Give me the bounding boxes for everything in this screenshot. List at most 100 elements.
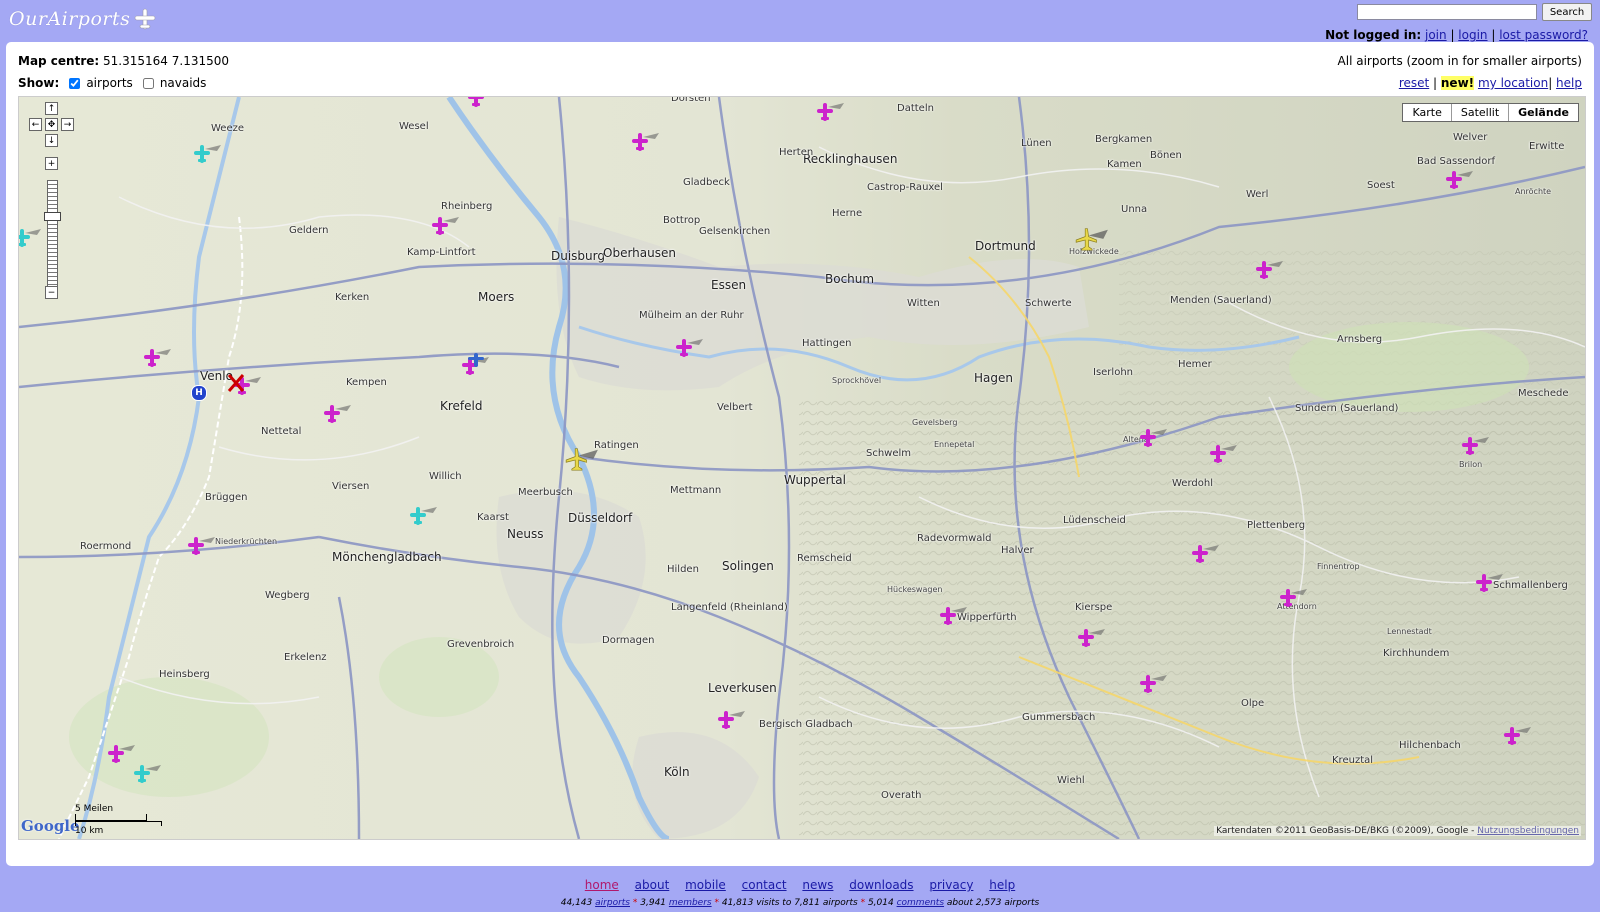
airport-marker[interactable] — [1255, 259, 1285, 281]
airport-marker[interactable] — [187, 535, 217, 557]
pan-down-icon[interactable]: ↓ — [45, 134, 58, 147]
footer-link-home[interactable]: home — [585, 878, 619, 892]
map-help-link[interactable]: help — [1556, 76, 1582, 90]
pan-center-icon[interactable]: ✥ — [45, 118, 58, 131]
heliport-marker[interactable] — [133, 763, 163, 785]
place-label: Lennestadt — [1387, 627, 1432, 636]
google-logo[interactable]: Google — [21, 817, 80, 835]
site-logo[interactable]: OurAirports — [9, 6, 157, 32]
place-label: Halver — [1001, 545, 1034, 556]
footer-link-contact[interactable]: contact — [742, 878, 787, 892]
place-label: Mülheim an der Ruhr — [639, 310, 744, 321]
terms-link[interactable]: Nutzungsbedingungen — [1477, 826, 1579, 836]
airport-marker[interactable] — [1503, 725, 1533, 747]
navaids-checkbox[interactable] — [142, 77, 154, 89]
map[interactable]: Dorsten Datteln Recklinghausen Herne Gel… — [18, 96, 1586, 840]
place-label: Viersen — [332, 481, 370, 492]
large-airport-marker[interactable] — [1075, 227, 1109, 253]
airport-marker[interactable] — [107, 743, 137, 765]
lost-password-link[interactable]: lost password? — [1499, 28, 1588, 42]
place-label: Duisburg — [551, 249, 605, 263]
airport-marker-icon — [676, 339, 703, 357]
airport-marker[interactable] — [1475, 572, 1505, 594]
stat-members-link[interactable]: members — [669, 898, 712, 908]
stat-comments-link[interactable]: comments — [897, 898, 944, 908]
place-label: Ennepetal — [934, 440, 975, 449]
airport-marker[interactable] — [1445, 169, 1475, 191]
reset-link[interactable]: reset — [1399, 76, 1429, 90]
footer-link-privacy[interactable]: privacy — [929, 878, 973, 892]
stat-separator: * — [860, 898, 866, 908]
map-type-satellit[interactable]: Satellit — [1450, 104, 1508, 121]
airport-marker[interactable] — [143, 347, 173, 369]
place-label: Neuss — [507, 527, 544, 541]
airport-marker[interactable] — [1279, 587, 1309, 609]
closed-airport-marker[interactable] — [227, 373, 257, 395]
place-label: Brilon — [1459, 460, 1483, 469]
place-label: Willich — [429, 471, 462, 482]
place-label: Dormagen — [602, 635, 655, 646]
airport-marker[interactable] — [816, 101, 846, 123]
closed-airport-icon — [227, 374, 245, 392]
stat-airports-link[interactable]: airports — [595, 898, 630, 908]
place-label: Bergkamen — [1095, 134, 1153, 145]
place-label: Düsseldorf — [568, 511, 633, 525]
zoom-in-icon[interactable]: + — [45, 157, 58, 170]
account-bar: Not logged in: join | login | lost passw… — [1325, 28, 1588, 42]
heliport-marker[interactable] — [409, 505, 439, 527]
place-label: Hemer — [1178, 359, 1212, 370]
airport-marker[interactable] — [1077, 627, 1107, 649]
airports-checkbox-label: airports — [86, 76, 133, 90]
stat-comments-suffix: about 2,573 airports — [946, 898, 1040, 908]
large-airport-marker[interactable] — [565, 447, 599, 473]
zoom-out-icon[interactable]: − — [45, 286, 58, 299]
place-label: Anröchte — [1515, 187, 1552, 196]
join-link[interactable]: join — [1425, 28, 1447, 42]
airport-marker[interactable] — [1139, 427, 1169, 449]
airport-marker[interactable] — [717, 709, 747, 731]
login-link[interactable]: login — [1458, 28, 1487, 42]
helipad-h-icon[interactable]: H — [191, 385, 207, 401]
airport-marker[interactable] — [1139, 673, 1169, 695]
heliport-marker-icon — [468, 353, 484, 367]
place-label: Gevelsberg — [912, 418, 958, 427]
search-input[interactable] — [1357, 4, 1537, 20]
airport-marker[interactable] — [631, 131, 661, 153]
pan-up-icon[interactable]: ↑ — [45, 102, 58, 115]
place-label: Niederkrüchten — [215, 537, 278, 546]
map-type-karte[interactable]: Karte — [1403, 104, 1450, 121]
airport-marker-icon — [1078, 629, 1105, 647]
airport-marker[interactable] — [675, 337, 705, 359]
my-location-link[interactable]: my location — [1478, 76, 1548, 90]
airport-marker[interactable] — [431, 215, 461, 237]
airports-checkbox[interactable] — [69, 77, 81, 89]
heliport-marker[interactable] — [193, 143, 223, 165]
search-button[interactable]: Search — [1542, 3, 1592, 21]
show-label: Show: — [18, 76, 60, 90]
map-type-gelaende[interactable]: Gelände — [1508, 104, 1578, 121]
stat-separator: * — [714, 898, 719, 908]
airport-marker-icon — [1140, 429, 1167, 447]
place-label: Castrop-Rauxel — [867, 182, 943, 193]
zoom-slider[interactable] — [47, 180, 58, 292]
heliport-marker[interactable] — [467, 351, 497, 373]
place-label: Erkelenz — [284, 652, 327, 663]
airport-marker[interactable] — [1191, 543, 1221, 565]
place-label: Moers — [478, 290, 515, 304]
zoom-slider-handle[interactable] — [44, 212, 61, 221]
place-label: Grevenbroich — [447, 639, 515, 650]
pan-right-icon[interactable]: → — [61, 118, 74, 131]
pan-left-icon[interactable]: ← — [29, 118, 42, 131]
airport-marker[interactable] — [1461, 435, 1491, 457]
airport-marker-icon — [1256, 261, 1283, 279]
airport-marker[interactable] — [1209, 443, 1239, 465]
footer-link-help[interactable]: help — [989, 878, 1015, 892]
map-nav-control: ↑ ← ✥ → ↓ + − — [25, 102, 74, 302]
footer-link-downloads[interactable]: downloads — [849, 878, 913, 892]
footer-link-about[interactable]: about — [635, 878, 670, 892]
airport-marker[interactable] — [323, 403, 353, 425]
airport-marker[interactable] — [467, 97, 497, 109]
footer-link-mobile[interactable]: mobile — [685, 878, 726, 892]
footer-link-news[interactable]: news — [802, 878, 833, 892]
airport-marker[interactable] — [939, 605, 969, 627]
